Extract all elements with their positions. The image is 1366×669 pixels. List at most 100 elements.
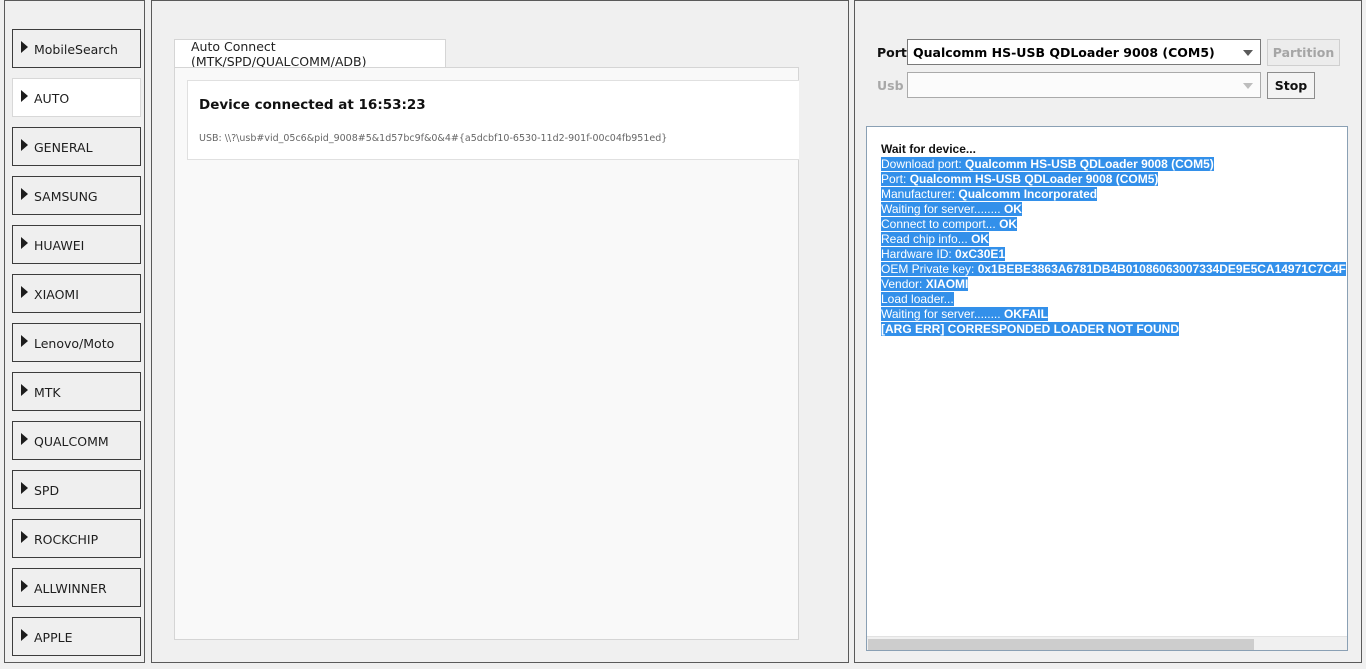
log-line: Port: Qualcomm HS-USB QDLoader 9008 (COM… (881, 172, 1347, 187)
log-line-value: Qualcomm HS-USB QDLoader 9008 (COM5) (965, 157, 1214, 171)
log-line-prefix: Waiting for server........ (881, 202, 1004, 216)
triangle-right-icon (21, 138, 28, 151)
sidebar-item-spd[interactable]: SPD (12, 470, 141, 509)
log-line-selection: [ARG ERR] CORRESPONDED LOADER NOT FOUND (881, 322, 1180, 336)
partition-button[interactable]: Partition (1267, 39, 1340, 66)
log-line-prefix: Waiting for server........ (881, 307, 1004, 321)
log-line-selection: OEM Private key: 0x1BEBE3863A6781DB4B010… (881, 262, 1346, 276)
log-line: [ARG ERR] CORRESPONDED LOADER NOT FOUND (881, 322, 1347, 337)
sidebar-item-rockchip[interactable]: ROCKCHIP (12, 519, 141, 558)
tab-auto-connect[interactable]: Auto Connect (MTK/SPD/QUALCOMM/ADB) (174, 39, 446, 69)
log-line-value: OK (971, 232, 990, 246)
triangle-right-icon (21, 383, 28, 396)
sidebar-item-label: Lenovo/Moto (34, 336, 115, 351)
sidebar-item-mtk[interactable]: MTK (12, 372, 141, 411)
log-line-value: OK (999, 217, 1018, 231)
log-line: Waiting for server........ OKFAIL (881, 307, 1347, 322)
log-line-value: Qualcomm Incorporated (958, 187, 1098, 201)
triangle-right-icon (21, 530, 28, 543)
log-line-value: 0x1BEBE3863A6781DB4B01086063007334DE9E5C… (977, 262, 1346, 276)
device-usb-path: USB: \\?\usb#vid_05c6&pid_9008#5&1d57bc9… (199, 133, 668, 144)
sidebar-item-samsung[interactable]: SAMSUNG (12, 176, 141, 215)
sidebar-item-qualcomm[interactable]: QUALCOMM (12, 421, 141, 460)
log-line: Connect to comport... OK (881, 217, 1347, 232)
sidebar-item-label: APPLE (34, 630, 73, 645)
sidebar-item-label: XIAOMI (34, 287, 79, 302)
log-line-value: OKFAIL (1003, 307, 1048, 321)
sidebar: MobileSearch AUTO GENERAL SAMSUNG HUAWEI… (4, 0, 145, 663)
chevron-down-icon (1243, 83, 1253, 89)
log-line-prefix: Download port: (881, 157, 966, 171)
log-line-selection: Waiting for server........ OK (881, 202, 1022, 216)
tab-content: Device connected at 16:53:23 USB: \\?\us… (174, 67, 799, 640)
log-line-prefix: Connect to comport... (881, 217, 1000, 231)
sidebar-item-general[interactable]: GENERAL (12, 127, 141, 166)
sidebar-item-allwinner[interactable]: ALLWINNER (12, 568, 141, 607)
log-line-value: Qualcomm HS-USB QDLoader 9008 (COM5) (909, 172, 1159, 186)
sidebar-item-label: QUALCOMM (34, 434, 109, 449)
log-line: Vendor: XIAOMI (881, 277, 1347, 292)
sidebar-item-label: MTK (34, 385, 61, 400)
triangle-right-icon (21, 481, 28, 494)
log-line: Waiting for server........ OK (881, 202, 1347, 217)
sidebar-item-mobilesearch[interactable]: MobileSearch (12, 29, 141, 68)
log-line-prefix: Load loader... (881, 292, 954, 306)
sidebar-item-label: SPD (34, 483, 60, 498)
log-line-selection: Manufacturer: Qualcomm Incorporated (881, 187, 1098, 201)
sidebar-item-label: ALLWINNER (34, 581, 107, 596)
log-line-selection: Read chip info... OK (881, 232, 990, 246)
device-status-title: Device connected at 16:53:23 (199, 97, 426, 113)
log-line-selection: Vendor: XIAOMI (881, 277, 969, 291)
sidebar-item-huawei[interactable]: HUAWEI (12, 225, 141, 264)
scrollbar-thumb[interactable] (868, 639, 1254, 650)
log-line: OEM Private key: 0x1BEBE3863A6781DB4B010… (881, 262, 1347, 277)
stop-button[interactable]: Stop (1267, 72, 1315, 99)
port-select[interactable]: Qualcomm HS-USB QDLoader 9008 (COM5) (907, 39, 1261, 65)
sidebar-item-label: SAMSUNG (34, 189, 98, 204)
sidebar-item-label: ROCKCHIP (34, 532, 99, 547)
triangle-right-icon (21, 187, 28, 200)
triangle-right-icon (21, 40, 28, 53)
log-line: Hardware ID: 0xC30E1 (881, 247, 1347, 262)
log-line-selection: Load loader... (881, 292, 954, 306)
usb-select[interactable] (907, 72, 1261, 98)
port-label: Port (877, 45, 907, 60)
triangle-right-icon (21, 236, 28, 249)
sidebar-item-lenovo-moto[interactable]: Lenovo/Moto (12, 323, 141, 362)
sidebar-item-apple[interactable]: APPLE (12, 617, 141, 656)
chevron-down-icon (1243, 50, 1253, 56)
log-line: Load loader... (881, 292, 1347, 307)
triangle-right-icon (21, 89, 28, 102)
log-lines: Wait for device... Download port: Qualco… (881, 142, 1347, 337)
log-line: Manufacturer: Qualcomm Incorporated (881, 187, 1347, 202)
log-line-selection: Connect to comport... OK (881, 217, 1018, 231)
usb-label: Usb (877, 78, 904, 93)
log-output[interactable]: Wait for device... Download port: Qualco… (866, 126, 1348, 651)
horizontal-scrollbar[interactable] (867, 636, 1347, 650)
triangle-right-icon (21, 579, 28, 592)
sidebar-item-label: AUTO (34, 91, 70, 106)
sidebar-item-xiaomi[interactable]: XIAOMI (12, 274, 141, 313)
log-line-prefix: Hardware ID: (881, 247, 956, 261)
sidebar-item-label: HUAWEI (34, 238, 85, 253)
port-select-value: Qualcomm HS-USB QDLoader 9008 (COM5) (913, 44, 1215, 60)
log-line: Wait for device... (881, 142, 976, 156)
device-card: Device connected at 16:53:23 USB: \\?\us… (187, 80, 799, 160)
main-panel: Auto Connect (MTK/SPD/QUALCOMM/ADB) Devi… (151, 0, 849, 663)
log-line-selection: Download port: Qualcomm HS-USB QDLoader … (881, 157, 1214, 171)
triangle-right-icon (21, 432, 28, 445)
connection-panel: Port Qualcomm HS-USB QDLoader 9008 (COM5… (854, 0, 1362, 663)
log-line-prefix: Manufacturer: (881, 187, 959, 201)
log-line: Read chip info... OK (881, 232, 1347, 247)
log-line-prefix: Read chip info... (881, 232, 972, 246)
log-line-prefix: Port: (881, 172, 910, 186)
sidebar-item-auto[interactable]: AUTO (12, 78, 141, 117)
tab-label: Auto Connect (MTK/SPD/QUALCOMM/ADB) (191, 39, 367, 69)
log-line: Download port: Qualcomm HS-USB QDLoader … (881, 157, 1347, 172)
log-line-prefix: OEM Private key: (881, 262, 978, 276)
log-line-value: OK (1003, 202, 1022, 216)
log-line-prefix: Vendor: (881, 277, 926, 291)
log-line-selection: Hardware ID: 0xC30E1 (881, 247, 1006, 261)
log-line-selection: Waiting for server........ OKFAIL (881, 307, 1048, 321)
triangle-right-icon (21, 334, 28, 347)
